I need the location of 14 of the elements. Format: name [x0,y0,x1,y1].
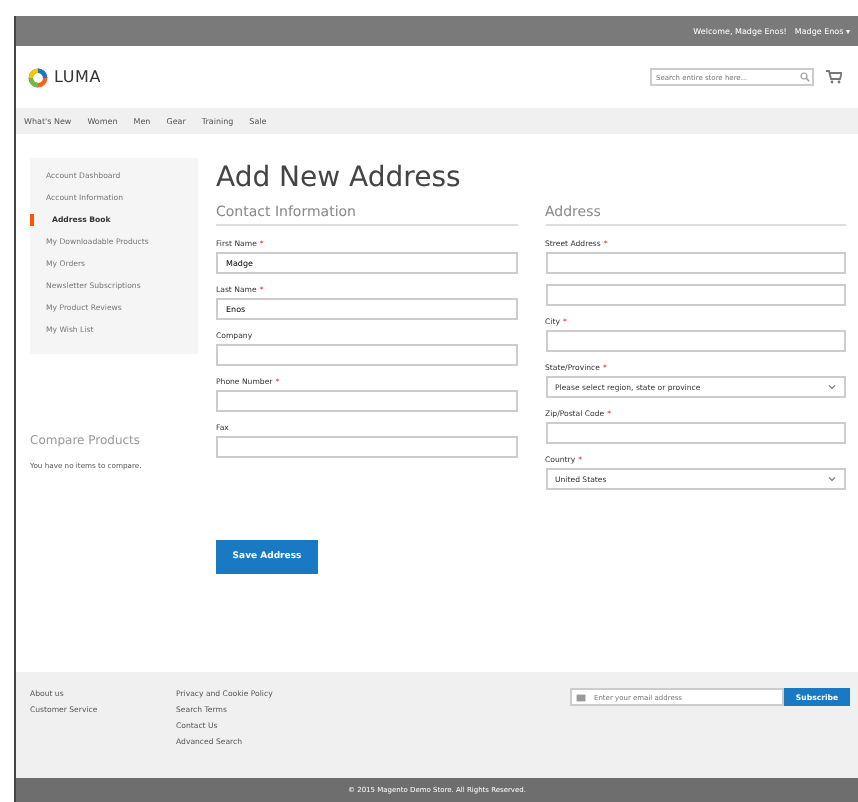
input-field[interactable] [545,422,846,444]
input-field[interactable] [216,436,517,458]
page-title: Add New Address [216,160,463,198]
input-field[interactable] [545,252,846,274]
input-field[interactable] [216,390,517,412]
search-icon[interactable] [800,72,810,82]
input-field[interactable] [216,344,517,366]
caret-icon [828,384,836,390]
input-field[interactable] [545,284,846,306]
input-field[interactable] [545,330,846,352]
logo-text[interactable]: LUMA [54,68,101,86]
cart-icon[interactable] [826,70,842,84]
logo-icon [28,67,48,87]
caret-icon [828,476,836,482]
